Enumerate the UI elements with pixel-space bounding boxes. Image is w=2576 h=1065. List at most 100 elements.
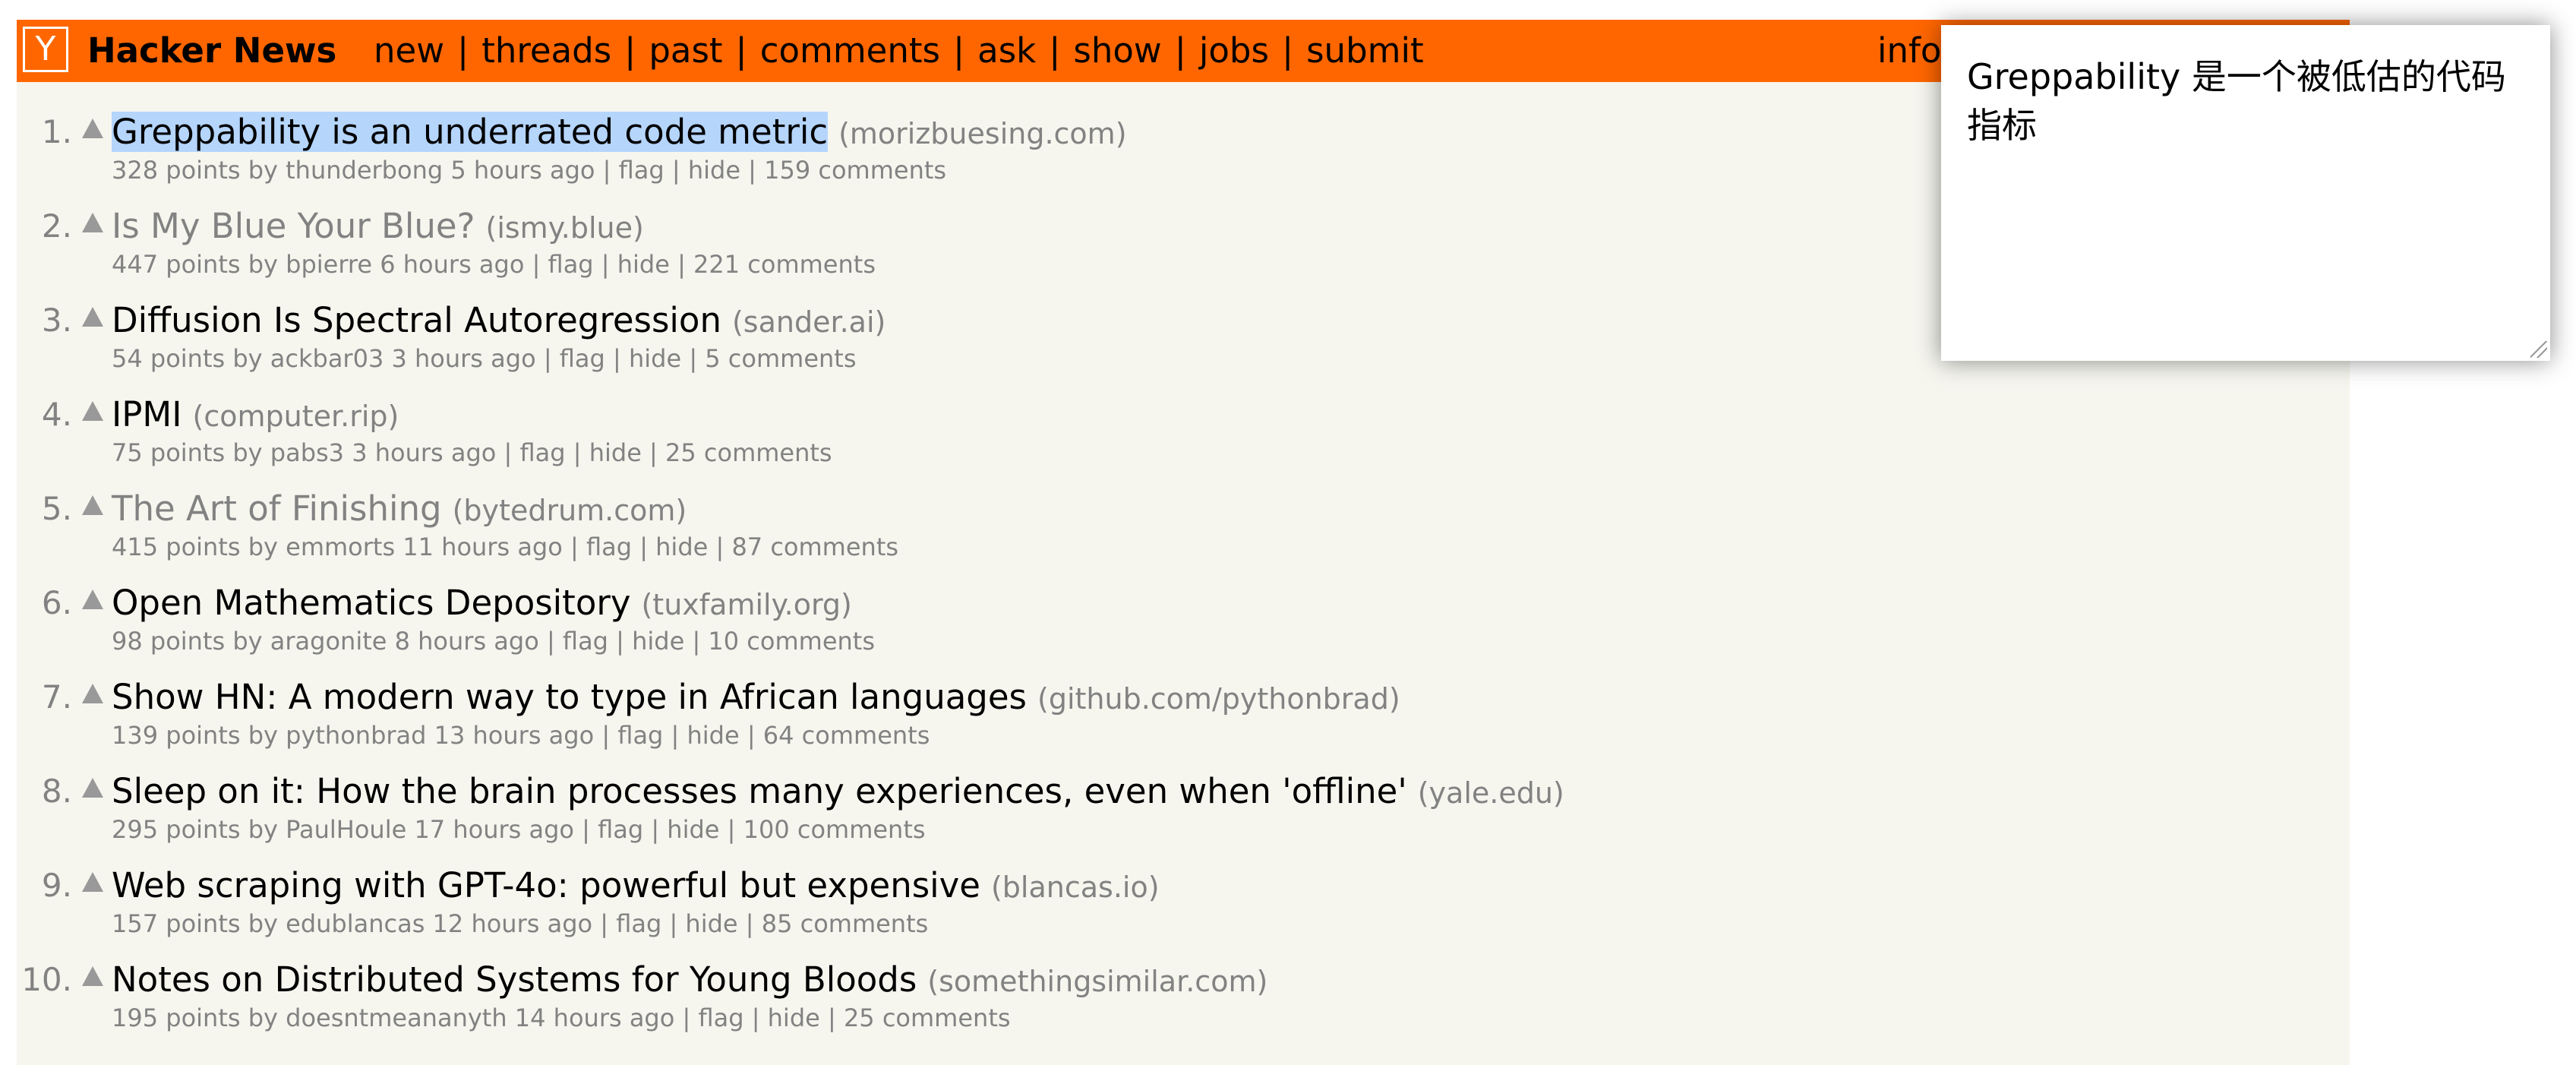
story-site[interactable]: (ismy.blue)	[486, 211, 644, 245]
upvote-arrow-icon[interactable]	[82, 307, 103, 327]
translation-popup[interactable]: Greppability 是一个被低估的代码指标	[1941, 25, 2550, 361]
story-age[interactable]: 17 hours ago	[414, 815, 574, 844]
hide-link[interactable]: hide	[685, 909, 737, 938]
story-age[interactable]: 3 hours ago	[391, 344, 535, 373]
hide-link[interactable]: hide	[629, 344, 681, 373]
upvote-arrow-icon[interactable]	[82, 119, 103, 138]
story-user[interactable]: ackbar03	[270, 344, 384, 373]
flag-link[interactable]: flag	[598, 815, 643, 844]
nav-submit[interactable]: submit	[1306, 20, 1424, 82]
nav-past[interactable]: past	[649, 20, 722, 82]
nav-comments[interactable]: comments	[760, 20, 940, 82]
flag-link[interactable]: flag	[563, 627, 608, 656]
comments-link[interactable]: 5 comments	[705, 344, 856, 373]
flag-link[interactable]: flag	[619, 156, 665, 185]
story-site[interactable]: (bytedrum.com)	[453, 494, 687, 527]
upvote-arrow-icon[interactable]	[82, 495, 103, 515]
story-user[interactable]: PaulHoule	[286, 815, 406, 844]
story-title-link[interactable]: The Art of Finishing	[112, 488, 442, 529]
comments-link[interactable]: 25 comments	[844, 1003, 1011, 1032]
story-user[interactable]: edublancas	[286, 909, 425, 938]
comments-link[interactable]: 85 comments	[762, 909, 929, 938]
flag-link[interactable]: flag	[698, 1003, 743, 1032]
hide-link[interactable]: hide	[589, 438, 642, 467]
nav-new[interactable]: new	[374, 20, 444, 82]
story-user[interactable]: bpierre	[286, 250, 372, 279]
story-title-link[interactable]: Notes on Distributed Systems for Young B…	[112, 959, 917, 1000]
nav-ask[interactable]: ask	[977, 20, 1036, 82]
upvote-arrow-icon[interactable]	[82, 966, 103, 986]
flag-link[interactable]: flag	[586, 532, 632, 561]
story-title-link[interactable]: Show HN: A modern way to type in African…	[112, 677, 1027, 717]
story-site[interactable]: (blancas.io)	[991, 871, 1160, 904]
story-title-link[interactable]: Is My Blue Your Blue?	[112, 206, 475, 246]
upvote-arrow-icon[interactable]	[82, 213, 103, 232]
story-user[interactable]: emmorts	[286, 532, 395, 561]
story-age[interactable]: 14 hours ago	[515, 1003, 675, 1032]
comments-link[interactable]: 64 comments	[763, 721, 930, 750]
upvote-arrow-icon[interactable]	[82, 872, 103, 892]
story-title-link[interactable]: IPMI	[112, 394, 182, 435]
story-site[interactable]: (yale.edu)	[1418, 776, 1564, 810]
comments-link[interactable]: 87 comments	[731, 532, 898, 561]
story-site[interactable]: (tuxfamily.org)	[641, 588, 851, 621]
subtext-sep: |	[546, 627, 555, 656]
hide-link[interactable]: hide	[667, 815, 719, 844]
story-site[interactable]: (computer.rip)	[193, 400, 399, 433]
flag-link[interactable]: flag	[560, 344, 605, 373]
flag-link[interactable]: flag	[616, 909, 661, 938]
story-user[interactable]: thunderbong	[286, 156, 443, 185]
story-title-link[interactable]: Web scraping with GPT-4o: powerful but e…	[112, 865, 980, 905]
story-user[interactable]: doesntmeananyth	[286, 1003, 507, 1032]
story-points: 98 points	[112, 627, 226, 656]
story-user[interactable]: aragonite	[270, 627, 387, 656]
story-title-link[interactable]: Sleep on it: How the brain processes man…	[112, 771, 1407, 811]
story-age[interactable]: 13 hours ago	[434, 721, 595, 750]
upvote-arrow-icon[interactable]	[82, 778, 103, 798]
story-age[interactable]: 8 hours ago	[395, 627, 539, 656]
hide-link[interactable]: hide	[617, 250, 670, 279]
story-site[interactable]: (somethingsimilar.com)	[927, 965, 1267, 998]
story-site[interactable]: (morizbuesing.com)	[838, 117, 1126, 150]
header-right-partial[interactable]: info	[1877, 20, 1941, 82]
hide-link[interactable]: hide	[688, 156, 740, 185]
story-age[interactable]: 3 hours ago	[352, 438, 496, 467]
by-label: by	[248, 721, 278, 750]
story-age[interactable]: 5 hours ago	[450, 156, 595, 185]
upvote-arrow-icon[interactable]	[82, 401, 103, 421]
story-site[interactable]: (github.com/pythonbrad)	[1037, 682, 1400, 716]
story-title-line: Diffusion Is Spectral Autoregression (san…	[112, 299, 886, 343]
comments-link[interactable]: 25 comments	[665, 438, 832, 467]
story-subtext: 75 points by pabs3 3 hours ago | flag | …	[112, 438, 832, 468]
upvote-arrow-icon[interactable]	[82, 684, 103, 703]
story-title-link[interactable]: Greppability is an underrated code metri…	[112, 112, 829, 152]
y-logo-icon[interactable]: Y	[23, 27, 68, 72]
hide-link[interactable]: hide	[655, 532, 708, 561]
top-nav: new | threads | past | comments | ask | show | jobs |…	[374, 20, 1424, 82]
story-user[interactable]: pabs3	[270, 438, 344, 467]
nav-show[interactable]: show	[1073, 20, 1161, 82]
nav-threads[interactable]: threads	[481, 20, 611, 82]
story-site[interactable]: (sander.ai)	[732, 305, 886, 339]
hide-link[interactable]: hide	[768, 1003, 820, 1032]
story-title-link[interactable]: Diffusion Is Spectral Autoregression	[112, 300, 721, 340]
upvote-arrow-icon[interactable]	[82, 589, 103, 609]
story-age[interactable]: 11 hours ago	[402, 532, 563, 561]
story-rank: 10.	[21, 961, 72, 998]
comments-link[interactable]: 221 comments	[693, 250, 876, 279]
comments-link[interactable]: 159 comments	[764, 156, 946, 185]
flag-link[interactable]: flag	[617, 721, 663, 750]
hide-link[interactable]: hide	[687, 721, 739, 750]
nav-jobs[interactable]: jobs	[1199, 20, 1269, 82]
story-age[interactable]: 6 hours ago	[380, 250, 524, 279]
comments-link[interactable]: 10 comments	[708, 627, 875, 656]
hide-link[interactable]: hide	[632, 627, 684, 656]
comments-link[interactable]: 100 comments	[743, 815, 926, 844]
flag-link[interactable]: flag	[520, 438, 566, 467]
story-title-link[interactable]: Open Mathematics Depository	[112, 583, 630, 623]
story-user[interactable]: pythonbrad	[286, 721, 426, 750]
flag-link[interactable]: flag	[548, 250, 594, 279]
site-title[interactable]: Hacker News	[87, 20, 336, 82]
resize-grip-icon[interactable]	[2530, 341, 2547, 358]
story-age[interactable]: 12 hours ago	[433, 909, 593, 938]
